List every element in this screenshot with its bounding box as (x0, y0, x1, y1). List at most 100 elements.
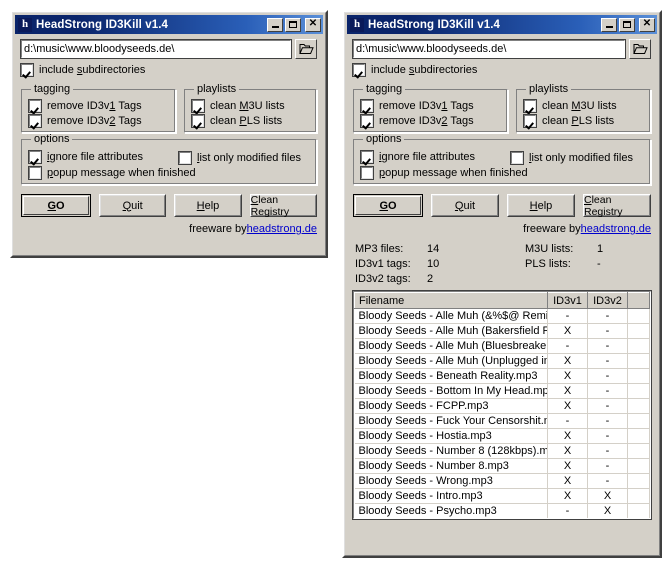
table-row[interactable]: Bloody Seeds - Alle Muh (&%$@ Remix).mp3… (354, 308, 650, 324)
popup-message-checkbox[interactable] (360, 166, 374, 180)
close-button[interactable]: ✕ (639, 17, 655, 32)
table-row[interactable]: Bloody Seeds - Alle Muh (Unplugged in NY… (354, 353, 650, 369)
table-row[interactable]: Bloody Seeds - Wrong.mp3 X - (354, 473, 650, 489)
clean-pls-checkbox[interactable] (523, 114, 537, 128)
remove-id3v1-row[interactable]: remove ID3v1 Tags (28, 99, 169, 113)
column-header-filename[interactable]: Filename (354, 292, 548, 309)
minimize-button[interactable] (267, 17, 283, 32)
close-button[interactable]: ✕ (305, 17, 321, 32)
column-header-id3v2[interactable]: ID3v2 (587, 292, 628, 309)
id3kill-window-expanded[interactable]: h HeadStrong ID3Kill v1.4 ✕ d:\music\www… (342, 10, 662, 558)
table-row[interactable]: Bloody Seeds - Number 8 (128kbps).mp3 X - (354, 443, 650, 459)
maximize-button[interactable] (285, 17, 301, 32)
stat-id3v2-tags-label: ID3v2 tags: (355, 273, 411, 285)
table-row[interactable]: Bloody Seeds - Intro.mp3 X X (354, 488, 650, 504)
stat-m3u-lists: M3U lists: 1 (525, 243, 603, 255)
ignore-file-attributes-checkbox[interactable] (28, 150, 42, 164)
clean-registry-button[interactable]: Clean Registry (583, 194, 651, 218)
clean-pls-checkbox[interactable] (191, 114, 205, 128)
go-button[interactable]: GO (353, 194, 423, 217)
clean-m3u-row[interactable]: clean M3U lists (523, 99, 644, 113)
list-only-modified-files-checkbox[interactable] (178, 151, 192, 165)
remove-id3v2-checkbox[interactable] (28, 114, 42, 128)
maximize-button[interactable] (619, 17, 635, 32)
popup-message-row[interactable]: popup message when finished (28, 166, 310, 180)
clean-pls-row[interactable]: clean PLS lists (523, 114, 644, 128)
popup-message-row[interactable]: popup message when finished (360, 166, 644, 180)
table-row[interactable]: Bloody Seeds - Beneath Reality.mp3 X - (354, 368, 650, 384)
cell-filename: Bloody Seeds - Alle Muh (&%$@ Remix).mp3 (354, 308, 548, 324)
browse-folder-button[interactable] (629, 39, 651, 59)
cell-id3v1: - (547, 338, 588, 354)
quit-button[interactable]: Quit (99, 194, 167, 217)
include-subdirectories-checkbox[interactable] (352, 63, 366, 77)
table-row[interactable]: Bloody Seeds - FCPP.mp3 X - (354, 398, 650, 414)
ignore-file-attributes-row[interactable]: ignore file attributes (360, 150, 511, 164)
list-only-modified-files-row[interactable]: list only modified files (178, 151, 301, 165)
table-row[interactable]: Bloody Seeds - Psycho.mp3- X (354, 503, 650, 518)
list-only-modified-files-row[interactable]: list only modified files (510, 151, 633, 165)
cell-filename: Bloody Seeds - Wrong.mp3 (354, 473, 548, 489)
cell-id3v2: - (587, 353, 628, 369)
column-header-id3v1[interactable]: ID3v1 (547, 292, 588, 309)
statistics-right-column: M3U lists: 1 PLS lists: - (525, 243, 603, 285)
cell-id3v2: - (587, 428, 628, 444)
remove-id3v2-row[interactable]: remove ID3v2 Tags (360, 114, 501, 128)
file-list-table: Filename ID3v1 ID3v2 Bloody Seeds - Alle… (354, 292, 650, 520)
table-row[interactable]: Bloody Seeds - Alle Muh (Bluesbreakers R… (354, 338, 650, 354)
title-bar[interactable]: h HeadStrong ID3Kill v1.4 ✕ (15, 15, 323, 34)
remove-id3v1-row[interactable]: remove ID3v1 Tags (360, 99, 501, 113)
remove-id3v1-checkbox[interactable] (360, 99, 374, 113)
headstrong-link[interactable]: headstrong.de (581, 223, 651, 235)
help-button[interactable]: Help (174, 194, 242, 217)
clean-m3u-row[interactable]: clean M3U lists (191, 99, 310, 113)
remove-id3v2-checkbox[interactable] (360, 114, 374, 128)
quit-button[interactable]: Quit (431, 194, 499, 217)
remove-id3v2-row[interactable]: remove ID3v2 Tags (28, 114, 169, 128)
path-input[interactable]: d:\music\www.bloodyseeds.de\ (20, 39, 292, 59)
table-row[interactable]: Bloody Seeds - Alle Muh (Bakersfield Rem… (354, 323, 650, 339)
remove-id3v1-checkbox[interactable] (28, 99, 42, 113)
list-only-modified-files-checkbox[interactable] (510, 151, 524, 165)
popup-message-checkbox[interactable] (28, 166, 42, 180)
file-list-panel[interactable]: Filename ID3v1 ID3v2 Bloody Seeds - Alle… (352, 290, 652, 520)
table-row[interactable]: Bloody Seeds - Number 8.mp3 X - (354, 458, 650, 474)
clean-m3u-checkbox[interactable] (191, 99, 205, 113)
table-row[interactable]: Bloody Seeds - Fuck Your Censorshit.mp3-… (354, 413, 650, 429)
ignore-file-attributes-checkbox[interactable] (360, 150, 374, 164)
include-subdirectories-row[interactable]: include subdirectories (352, 63, 651, 77)
title-bar-2[interactable]: h HeadStrong ID3Kill v1.4 ✕ (347, 15, 657, 34)
action-buttons-2: GO Quit Help Clean Registry (353, 194, 651, 218)
popup-message-label: popup message when finished (379, 167, 528, 179)
browse-folder-button[interactable] (295, 39, 317, 59)
open-folder-icon (632, 44, 648, 54)
go-button[interactable]: GO (21, 194, 91, 217)
table-row[interactable]: Bloody Seeds - Bottom In My Head.mp3 X - (354, 383, 650, 399)
clean-pls-row[interactable]: clean PLS lists (191, 114, 310, 128)
path-input[interactable]: d:\music\www.bloodyseeds.de\ (352, 39, 626, 59)
table-row[interactable]: Bloody Seeds - Hostia.mp3 X - (354, 428, 650, 444)
clean-m3u-checkbox[interactable] (523, 99, 537, 113)
include-subdirectories-checkbox[interactable] (20, 63, 34, 77)
cell-id3v2: - (587, 383, 628, 399)
clean-registry-button[interactable]: Clean Registry (249, 194, 317, 218)
cell-filename: Bloody Seeds - Fuck Your Censorshit.mp3 (354, 413, 548, 429)
clean-m3u-label: clean M3U lists (210, 100, 285, 112)
help-button-label: Help (529, 199, 553, 212)
help-button-label: Help (196, 199, 220, 212)
cell-filename: Bloody Seeds - Number 8 (128kbps).mp3 (354, 443, 548, 459)
stat-m3u-lists-label: M3U lists: (525, 243, 574, 255)
cell-spacer (627, 383, 650, 399)
ignore-file-attributes-row[interactable]: ignore file attributes (28, 150, 179, 164)
minimize-button[interactable] (601, 17, 617, 32)
cell-id3v1: X (547, 488, 588, 504)
cell-id3v1: X (547, 383, 588, 399)
help-button[interactable]: Help (507, 194, 575, 217)
table-row[interactable]: laura - dezember 2001.m3u-- (355, 519, 650, 520)
id3kill-window-collapsed[interactable]: h HeadStrong ID3Kill v1.4 ✕ d:\music\www… (10, 10, 328, 258)
include-subdirectories-row[interactable]: include subdirectories (20, 63, 317, 77)
headstrong-link[interactable]: headstrong.de (247, 223, 317, 235)
column-header-spacer[interactable] (627, 292, 650, 309)
playlists-legend: playlists (197, 83, 237, 95)
cell-id3v1: - (548, 519, 588, 520)
